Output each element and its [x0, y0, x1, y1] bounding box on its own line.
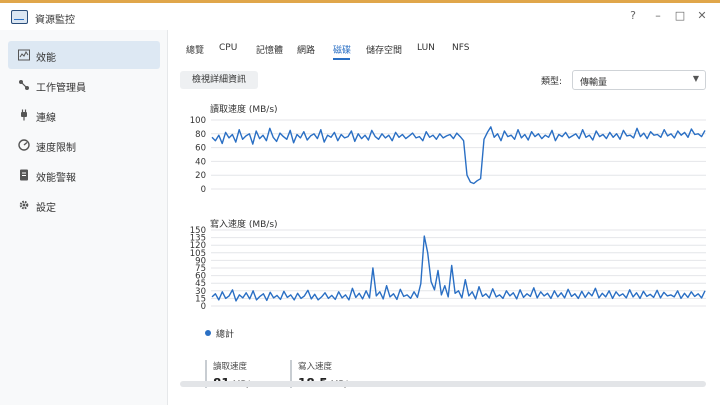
legend-dot	[205, 330, 211, 336]
help-icon[interactable]: ?	[626, 9, 640, 22]
resource-monitor-icon	[11, 10, 28, 24]
y-tick-label: 40	[195, 157, 206, 167]
sidebar-item-performance[interactable]: 效能	[8, 41, 160, 69]
sidebar-item-performance-alerts[interactable]: 效能警報	[8, 161, 160, 189]
tab-overview[interactable]: 總覽	[186, 43, 204, 56]
y-tick-label: 0	[201, 185, 206, 195]
performance-chart-icon	[18, 49, 30, 61]
type-select[interactable]: 傳輸量 ▼	[572, 70, 706, 90]
close-icon[interactable]: ✕	[695, 9, 709, 22]
y-tick-label: 80	[195, 130, 206, 140]
sidebar-item-label: 效能	[36, 53, 56, 64]
tab-lun[interactable]: LUN	[417, 43, 435, 53]
speed-gauge-icon	[18, 139, 30, 151]
maximize-icon[interactable]: □	[673, 9, 687, 22]
write-speed-label: 寫入速度	[298, 362, 333, 372]
title-bar: 資源監控 ? – □ ✕	[0, 3, 720, 30]
legend-label: 總計	[216, 330, 235, 340]
active-tab-indicator	[333, 58, 350, 60]
sidebar-item-task-manager[interactable]: 工作管理員	[8, 71, 160, 99]
alert-document-icon	[18, 169, 30, 181]
sidebar-item-connections[interactable]: 連線	[8, 101, 160, 129]
type-label: 類型:	[541, 77, 563, 87]
y-tick-label: 20	[195, 171, 206, 181]
tab-cpu[interactable]: CPU	[219, 43, 237, 53]
type-select-value: 傳輸量	[580, 78, 608, 88]
read-speed-label: 讀取速度	[213, 362, 248, 372]
sidebar-item-speed-limit[interactable]: 速度限制	[8, 131, 160, 159]
view-details-button[interactable]: 檢視詳細資訊	[180, 71, 258, 89]
tab-nfs[interactable]: NFS	[452, 43, 469, 53]
write-speed-chart: 0153045607590105120135150	[190, 226, 706, 312]
tab-storage[interactable]: 儲存空間	[366, 43, 402, 56]
chevron-down-icon: ▼	[692, 74, 699, 83]
y-tick-label: 60	[195, 144, 206, 154]
main-panel: 總覽 CPU 記憶體 網路 磁碟 儲存空間 LUN NFS 檢視詳細資訊 類型:…	[169, 30, 720, 405]
sidebar-item-label: 效能警報	[36, 173, 76, 184]
sidebar-item-label: 速度限制	[36, 143, 76, 154]
plug-icon	[18, 109, 30, 121]
read-speed-chart: 0 20 40 60 80 100	[190, 116, 706, 195]
horizontal-scrollbar[interactable]	[180, 381, 706, 387]
sidebar-item-settings[interactable]: 設定	[8, 191, 160, 219]
tab-network[interactable]: 網路	[297, 43, 315, 56]
minimize-icon[interactable]: –	[651, 9, 665, 22]
gear-icon	[18, 199, 30, 211]
y-tick-label: 150	[190, 226, 206, 236]
sidebar-item-label: 設定	[36, 203, 56, 214]
sidebar: 效能 工作管理員 連線 速度限制 效能警報 設定	[0, 30, 168, 405]
y-tick-label: 100	[190, 116, 206, 126]
task-manager-icon	[18, 79, 30, 91]
sidebar-item-label: 工作管理員	[36, 83, 86, 94]
sidebar-item-label: 連線	[36, 113, 56, 124]
tab-memory[interactable]: 記憶體	[256, 43, 283, 56]
app-title: 資源監控	[35, 15, 75, 26]
tab-disk[interactable]: 磁碟	[333, 43, 351, 56]
